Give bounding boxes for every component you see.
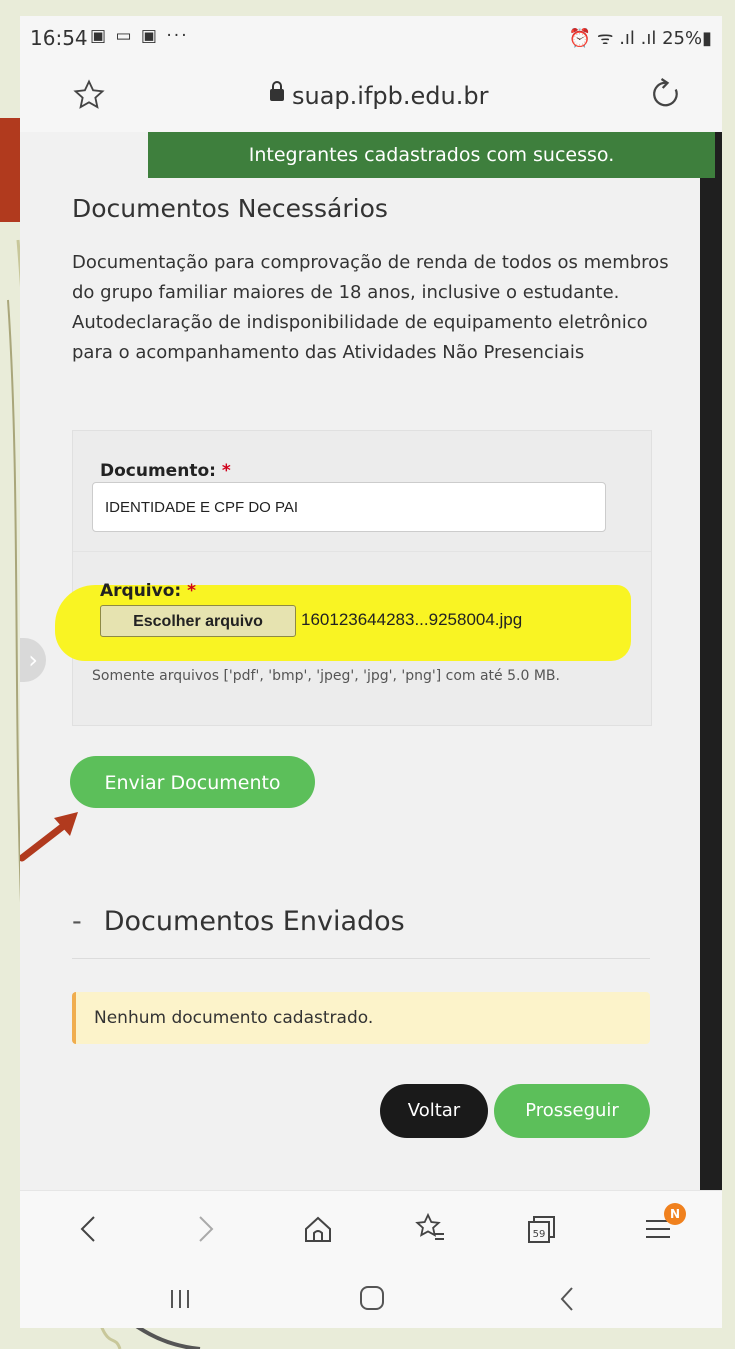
status-time: 16:54 xyxy=(30,26,88,50)
home-icon[interactable] xyxy=(296,1207,340,1251)
lock-icon xyxy=(270,81,284,101)
notification-badge: N xyxy=(664,1203,686,1225)
notification-icons: ▣ ▭ ▣ ··· xyxy=(90,26,189,46)
system-back-icon[interactable] xyxy=(548,1282,588,1316)
choose-file-button[interactable]: Escolher arquivo xyxy=(100,605,296,637)
file-help-text: Somente arquivos ['pdf', 'bmp', 'jpeg', … xyxy=(92,668,560,684)
browser-bottom-nav: 59 xyxy=(20,1190,722,1271)
document-input[interactable]: IDENTIDADE E CPF DO PAI xyxy=(92,482,606,532)
description-line: Documentação para comprovação de renda d… xyxy=(72,252,669,303)
section-separator xyxy=(72,958,650,959)
tabs-count: 59 xyxy=(533,1229,546,1240)
back-arrow-icon[interactable] xyxy=(68,1207,112,1251)
back-button[interactable]: Voltar xyxy=(380,1084,488,1138)
sent-documents-header[interactable]: - Documentos Enviados xyxy=(72,906,405,937)
tabs-icon[interactable]: 59 xyxy=(520,1207,564,1251)
slide-accent-bar xyxy=(0,118,20,222)
address-bar[interactable]: suap.ifpb.edu.br xyxy=(270,81,489,110)
system-status-icons: ⏰ ᯤ .ıl .ıl 25%▮ xyxy=(568,28,712,49)
star-outline-icon[interactable] xyxy=(72,78,106,112)
selected-file-name: 160123644283...9258004.jpg xyxy=(301,610,523,629)
file-label: Arquivo: * xyxy=(100,581,197,601)
url-text: suap.ifpb.edu.br xyxy=(292,82,489,110)
page-scrollbar[interactable] xyxy=(700,132,722,1190)
required-documents-description: Documentação para comprovação de renda d… xyxy=(72,248,672,368)
upload-form: Documento: * IDENTIDADE E CPF DO PAI Arq… xyxy=(55,430,652,726)
android-system-bar xyxy=(20,1270,722,1328)
description-line: Autodeclaração de indisponibilidade de e… xyxy=(72,312,648,363)
collapse-toggle[interactable]: - xyxy=(72,906,82,937)
next-button[interactable]: Prosseguir xyxy=(494,1084,650,1138)
success-message: Integrantes cadastrados com sucesso. xyxy=(148,132,715,178)
form-divider xyxy=(73,551,651,552)
reload-icon[interactable] xyxy=(648,76,684,112)
send-document-button[interactable]: Enviar Documento xyxy=(70,756,315,808)
recent-apps-icon[interactable] xyxy=(160,1282,200,1316)
status-bar: 16:54 ▣ ▭ ▣ ··· ⏰ ᯤ .ıl .ıl 25%▮ xyxy=(20,16,722,60)
forward-arrow-icon[interactable] xyxy=(182,1207,226,1251)
phone-screen: 16:54 ▣ ▭ ▣ ··· ⏰ ᯤ .ıl .ıl 25%▮ suap.if… xyxy=(20,16,722,1328)
annotation-arrow-icon xyxy=(20,812,78,862)
section-title: Documentos Necessários xyxy=(72,194,388,223)
sent-documents-title: Documentos Enviados xyxy=(103,906,405,937)
document-label: Documento: * xyxy=(100,461,231,481)
bookmarks-icon[interactable] xyxy=(408,1207,452,1251)
empty-documents-alert: Nenhum documento cadastrado. xyxy=(72,992,650,1044)
home-button-icon[interactable] xyxy=(352,1282,392,1316)
browser-url-bar: suap.ifpb.edu.br xyxy=(20,66,722,132)
